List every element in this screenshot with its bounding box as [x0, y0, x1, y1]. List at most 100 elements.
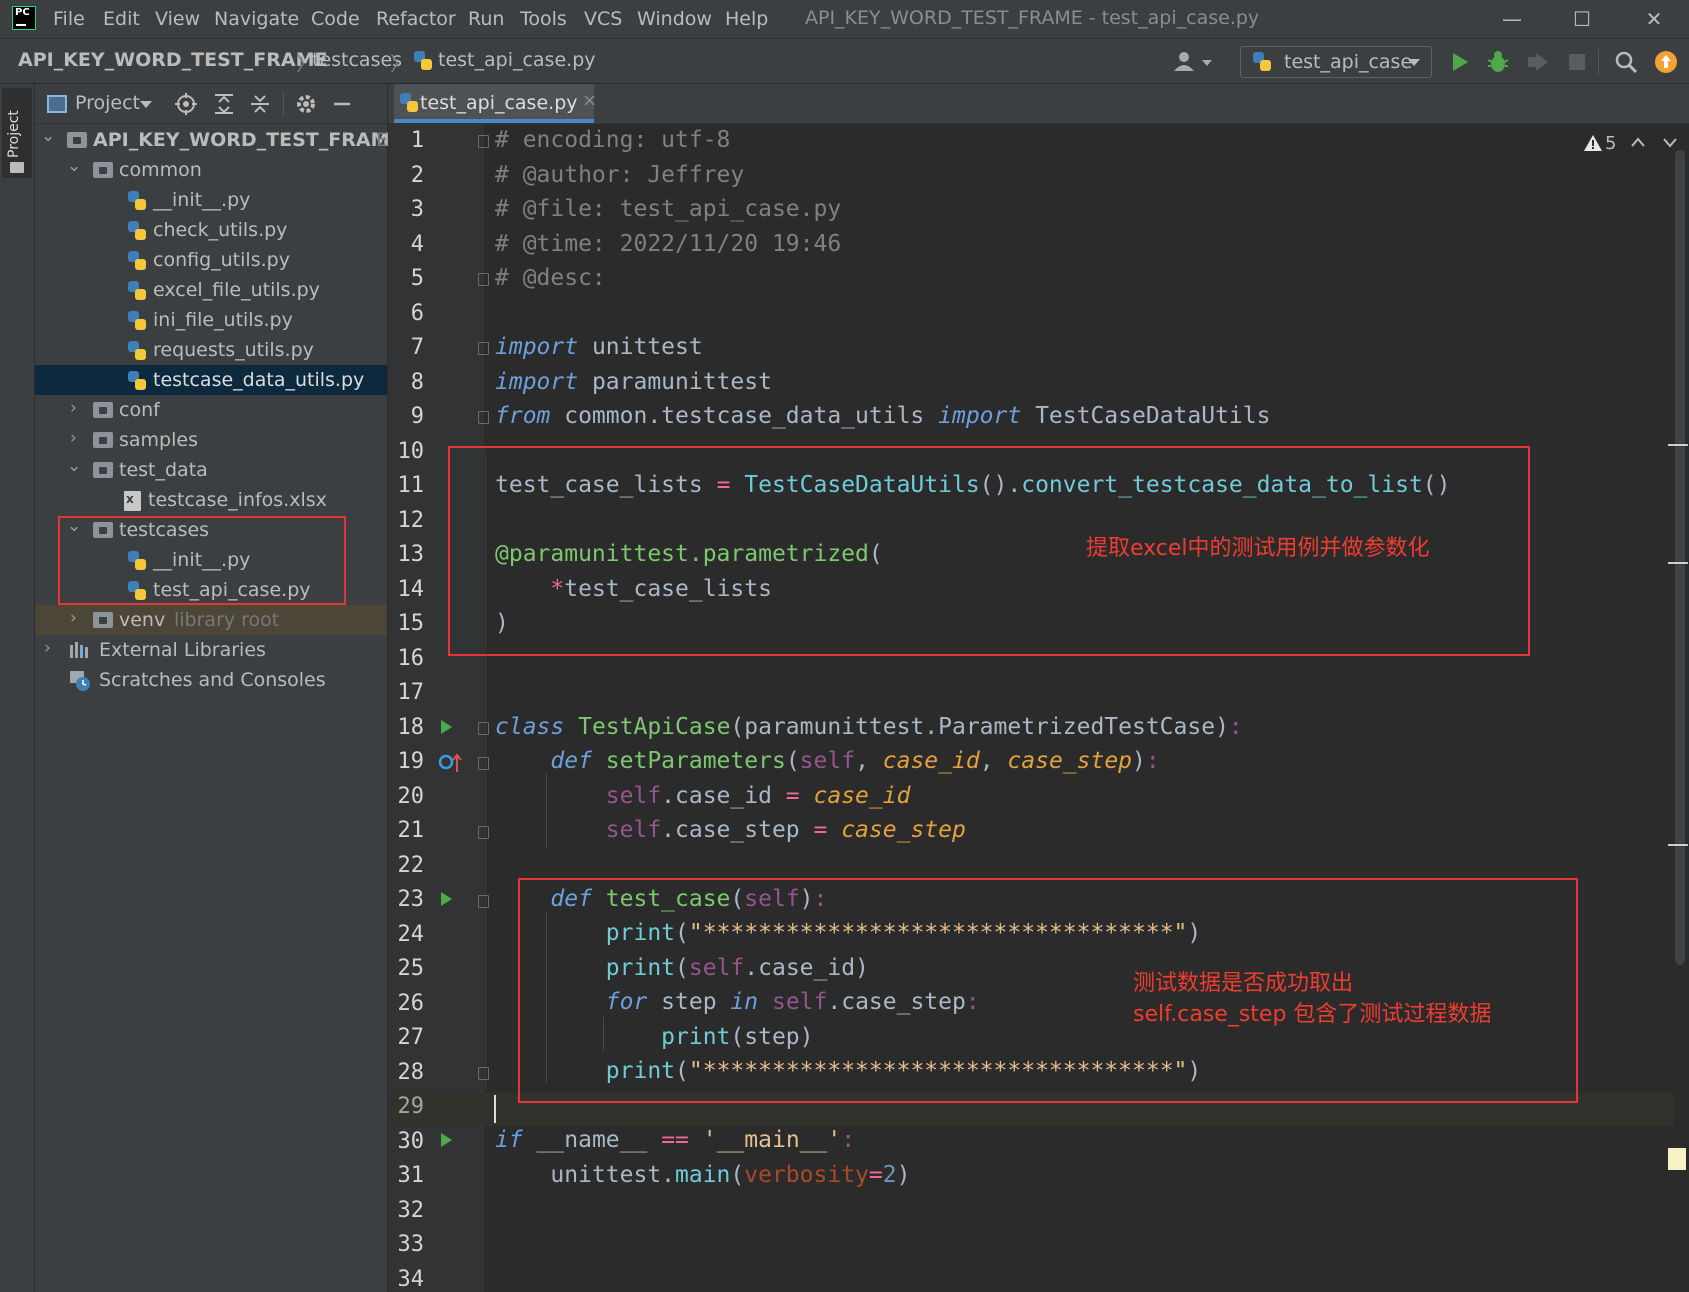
tree-scratches-consoles[interactable]: Scratches and Consoles [35, 665, 387, 695]
pycharm-logo-icon[interactable]: PC [12, 6, 36, 30]
tree-root[interactable]: ⌄ API_KEY_WORD_TEST_FRAME E [35, 125, 402, 155]
annotation-box-test-case [518, 878, 1578, 1103]
chevron-right-icon[interactable]: › [44, 638, 51, 658]
warning-count[interactable]: 5 [1605, 133, 1616, 154]
gear-icon[interactable] [295, 93, 317, 115]
menu-code[interactable]: Code [311, 8, 360, 30]
menu-run[interactable]: Run [468, 8, 504, 30]
chevron-down-icon[interactable]: ⌄ [41, 126, 55, 146]
project-view-icon [47, 95, 67, 113]
tree-file[interactable]: ini_file_utils.py [35, 305, 387, 335]
line-number: 6 [410, 300, 424, 326]
line-number: 24 [397, 921, 425, 947]
run-gutter-icon[interactable] [441, 892, 452, 906]
fold-marker-icon[interactable] [478, 273, 489, 286]
chevron-right-icon[interactable]: › [70, 608, 77, 628]
tree-item-label: __init__.py [153, 189, 251, 211]
menu-file[interactable]: File [53, 8, 85, 30]
menu-view[interactable]: View [155, 8, 200, 30]
code-line-1: # encoding: utf-8 [495, 127, 731, 153]
code-line-4: # @time: 2022/11/20 19:46 [495, 231, 842, 257]
fold-marker-icon[interactable] [478, 895, 489, 908]
run-icon[interactable] [1450, 51, 1470, 73]
menu-refactor[interactable]: Refactor [376, 8, 456, 30]
run-gutter-icon[interactable] [441, 1133, 452, 1147]
fold-marker-icon[interactable] [478, 757, 489, 770]
menu-tools[interactable]: Tools [520, 8, 567, 30]
tree-folder-conf[interactable]: › conf [35, 395, 387, 425]
fold-marker-icon[interactable] [478, 411, 489, 424]
update-icon[interactable] [1654, 50, 1678, 74]
stop-icon[interactable] [1568, 53, 1586, 71]
chevron-down-icon[interactable]: ⌄ [67, 456, 81, 476]
folder-icon [93, 432, 113, 448]
tree-file[interactable]: requests_utils.py [35, 335, 387, 365]
line-number: 12 [397, 507, 425, 533]
tree-item-label: common [119, 159, 202, 181]
tree-folder-samples[interactable]: › samples [35, 425, 387, 455]
project-panel-title[interactable]: Project [75, 92, 140, 114]
menu-window[interactable]: Window [637, 8, 712, 30]
minimize-button[interactable]: — [1492, 4, 1532, 34]
menu-vcs[interactable]: VCS [584, 8, 622, 30]
fold-marker-icon[interactable] [478, 1067, 489, 1080]
annotation-box-testcases [58, 516, 346, 605]
tree-item-label: conf [119, 399, 160, 421]
expand-all-icon[interactable] [213, 93, 235, 115]
chevron-down-icon[interactable]: ⌄ [67, 156, 81, 176]
close-button[interactable]: ✕ [1634, 4, 1674, 34]
tree-file[interactable]: config_utils.py [35, 245, 387, 275]
user-icon[interactable] [1172, 50, 1214, 74]
run-with-coverage-icon[interactable] [1526, 51, 1550, 73]
hide-panel-icon[interactable] [331, 93, 353, 115]
tree-external-libraries[interactable]: › External Libraries [35, 635, 387, 665]
code-line-31: unittest.main(verbosity=2) [550, 1162, 911, 1188]
tree-folder-venv[interactable]: › venv library root [35, 605, 387, 635]
line-number: 18 [397, 714, 425, 740]
chevron-right-icon[interactable]: › [70, 428, 77, 448]
collapse-all-icon[interactable] [249, 93, 271, 115]
tree-folder-common[interactable]: ⌄ common [35, 155, 387, 185]
fold-marker-icon[interactable] [478, 722, 489, 735]
fold-marker-icon[interactable] [478, 342, 489, 355]
chevron-down-icon[interactable] [139, 100, 153, 110]
menu-help[interactable]: Help [725, 8, 768, 30]
annotation-text-parametrize: 提取excel中的测试用例并做参数化 [1086, 536, 1430, 561]
tree-file[interactable]: testcase_infos.xlsx [35, 485, 387, 515]
warning-icon[interactable] [1583, 134, 1603, 152]
tree-file[interactable]: __init__.py [35, 185, 387, 215]
tree-item-label: samples [119, 429, 198, 451]
override-method-icon[interactable] [438, 752, 464, 774]
tree-folder-test-data[interactable]: ⌄ test_data [35, 455, 387, 485]
vertical-scrollbar-thumb[interactable] [1675, 150, 1685, 965]
breadcrumb-project[interactable]: API_KEY_WORD_TEST_FRAME [18, 49, 327, 71]
locate-file-icon[interactable] [175, 93, 197, 115]
debug-icon[interactable] [1486, 50, 1510, 74]
folder-icon [93, 612, 113, 628]
folder-icon [67, 132, 87, 148]
menu-navigate[interactable]: Navigate [214, 8, 299, 30]
fold-marker-icon[interactable] [478, 826, 489, 839]
chevron-up-icon[interactable] [1630, 136, 1646, 148]
tree-file[interactable]: excel_file_utils.py [35, 275, 387, 305]
search-icon[interactable] [1614, 50, 1638, 74]
menu-edit[interactable]: Edit [103, 8, 140, 30]
scroll-mark [1668, 844, 1688, 846]
editor-tab-bar: test_api_case.py × [388, 84, 1689, 124]
run-configuration-selector[interactable]: test_api_case [1240, 46, 1432, 78]
chevron-right-icon[interactable]: › [70, 398, 77, 418]
fold-marker-icon[interactable] [478, 135, 489, 148]
scroll-mark [1668, 562, 1688, 564]
run-gutter-icon[interactable] [441, 720, 452, 734]
line-number: 32 [397, 1197, 425, 1223]
project-tool-window-tab[interactable]: Project [2, 88, 32, 178]
maximize-button[interactable]: ☐ [1562, 4, 1602, 34]
tree-file[interactable]: check_utils.py [35, 215, 387, 245]
breadcrumb-file[interactable]: test_api_case.py [438, 49, 596, 71]
tab-close-icon[interactable]: × [582, 90, 597, 111]
tree-item-label: test_data [119, 459, 208, 481]
breadcrumb-folder[interactable]: testcases [312, 49, 402, 71]
chevron-down-icon[interactable] [1662, 136, 1678, 148]
tab-test-api-case[interactable]: test_api_case.py × [394, 84, 597, 123]
tree-file-selected[interactable]: testcase_data_utils.py [35, 365, 387, 395]
